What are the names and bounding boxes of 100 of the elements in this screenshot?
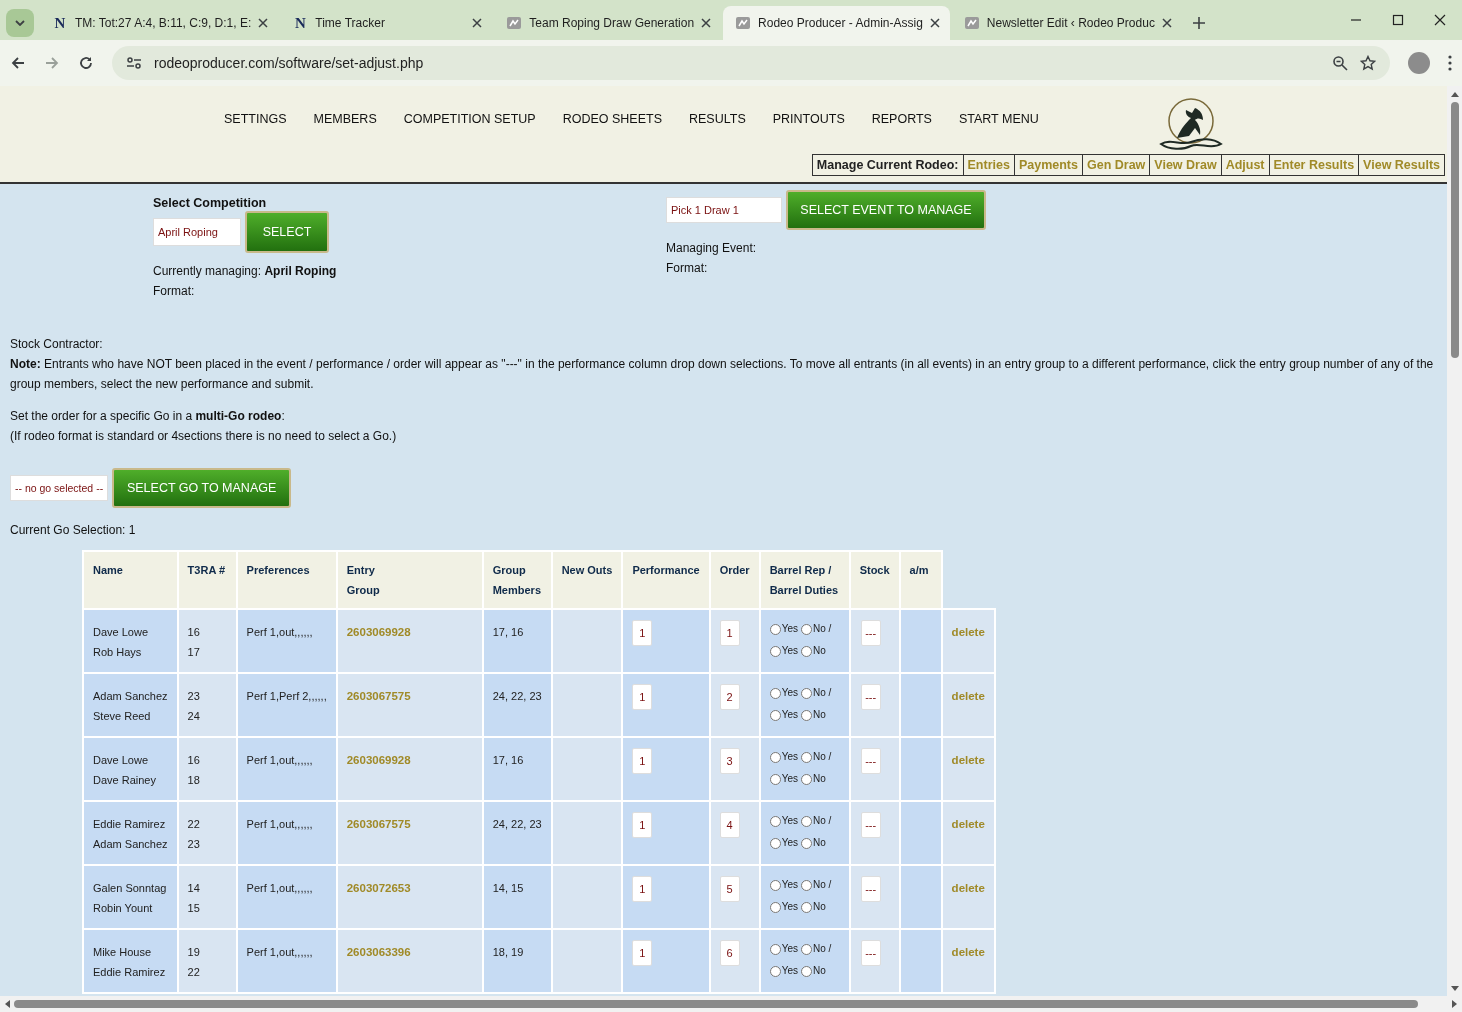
nav-link[interactable]: SETTINGS xyxy=(224,112,287,126)
go-select[interactable]: -- no go selected -- xyxy=(10,475,109,501)
radio-label: No xyxy=(812,836,826,850)
nav-link[interactable]: PRINTOUTS xyxy=(772,112,845,126)
performance-field[interactable]: 1 xyxy=(632,684,653,710)
name-cell-text: Robin Yount xyxy=(93,901,154,916)
radio-button[interactable] xyxy=(800,965,812,977)
order-field[interactable]: 3 xyxy=(719,748,740,774)
nav-link[interactable]: MEMBERS xyxy=(313,112,377,126)
performance-field[interactable]: 1 xyxy=(632,812,653,838)
performance-field[interactable]: 1 xyxy=(632,876,653,902)
close-icon[interactable] xyxy=(929,18,940,28)
scrollbar-thumb[interactable] xyxy=(14,1000,1418,1008)
format-label: Format: xyxy=(666,260,709,277)
radio-button[interactable] xyxy=(769,751,781,763)
scroll-up-icon[interactable] xyxy=(1450,91,1459,97)
scroll-right-icon[interactable] xyxy=(1452,1000,1458,1008)
scroll-down-icon[interactable] xyxy=(1450,986,1459,992)
performance-field[interactable]: 1 xyxy=(632,620,653,646)
nav-link[interactable]: REPORTS xyxy=(871,112,932,126)
performance-field[interactable]: 1 xyxy=(632,940,653,966)
radio-label: No / xyxy=(812,814,832,828)
radio-button[interactable] xyxy=(800,709,812,721)
maximize-icon[interactable] xyxy=(1392,14,1404,26)
stock-select[interactable]: --- xyxy=(860,876,881,902)
event-select[interactable]: Pick 1 Draw 1 xyxy=(666,197,782,223)
competition-select[interactable]: April Roping xyxy=(153,218,241,246)
scroll-left-icon[interactable] xyxy=(4,1000,10,1008)
radio-button[interactable] xyxy=(800,815,812,827)
radio-button[interactable] xyxy=(800,751,812,763)
radio-button[interactable] xyxy=(769,815,781,827)
close-icon[interactable] xyxy=(258,18,269,28)
radio-button[interactable] xyxy=(769,709,781,721)
stock-select[interactable]: --- xyxy=(860,620,881,646)
back-icon[interactable] xyxy=(10,55,26,71)
new-tab-icon[interactable] xyxy=(1191,16,1206,30)
radio-button[interactable] xyxy=(800,879,812,891)
radio-button[interactable] xyxy=(800,837,812,849)
select-go-button[interactable]: SELECT GO TO MANAGE xyxy=(112,468,292,508)
radio-label: No xyxy=(812,708,826,722)
radio-label: No / xyxy=(812,750,832,764)
radio-button[interactable] xyxy=(800,773,812,785)
stock-select[interactable]: --- xyxy=(860,748,881,774)
nav-link[interactable]: RODEO SHEETS xyxy=(562,112,662,126)
stock-select[interactable]: --- xyxy=(860,684,881,710)
order-field[interactable]: 2 xyxy=(719,684,740,710)
radio-button[interactable] xyxy=(769,687,781,699)
zoom-icon[interactable] xyxy=(1332,55,1348,71)
close-icon[interactable] xyxy=(1434,14,1446,26)
radio-button[interactable] xyxy=(769,645,781,657)
browser-tab[interactable]: Team Roping Draw Generation xyxy=(494,6,722,40)
tab-search-button[interactable] xyxy=(6,9,34,37)
horizontal-scrollbar[interactable] xyxy=(0,996,1462,1012)
radio-button[interactable] xyxy=(769,879,781,891)
radio-button[interactable] xyxy=(769,901,781,913)
radio-button[interactable] xyxy=(769,773,781,785)
nav-link[interactable]: COMPETITION SETUP xyxy=(403,112,536,126)
column-header: Performance xyxy=(622,551,710,609)
browser-tab[interactable]: Newsletter Edit ‹ Rodeo Produc xyxy=(951,6,1182,40)
browser-tab[interactable]: N Time Tracker xyxy=(280,6,493,40)
vertical-scrollbar[interactable] xyxy=(1447,86,1462,996)
bookmark-star-icon[interactable] xyxy=(1360,55,1376,71)
preferences-cell-text: Perf 1,Perf 2,,,,,, xyxy=(246,689,327,704)
close-icon[interactable] xyxy=(701,18,712,28)
close-icon[interactable] xyxy=(472,18,483,28)
stock-select[interactable]: --- xyxy=(860,812,881,838)
radio-button[interactable] xyxy=(800,943,812,955)
column-header: Group Members xyxy=(482,551,552,609)
group-members-cell-text: 24, 22, 23 xyxy=(492,689,542,704)
radio-button[interactable] xyxy=(769,965,781,977)
address-bar[interactable]: rodeoproducer.com/software/set-adjust.php xyxy=(112,46,1390,80)
browser-tab[interactable]: N TM: Tot:27 A:4, B:11, C:9, D:1, E: xyxy=(40,6,279,40)
radio-button[interactable] xyxy=(769,837,781,849)
browser-tab[interactable]: Rodeo Producer - Admin-Assig xyxy=(723,6,950,40)
select-button[interactable]: SELECT xyxy=(245,211,329,253)
radio-button[interactable] xyxy=(769,943,781,955)
order-field[interactable]: 6 xyxy=(719,940,740,966)
performance-field[interactable]: 1 xyxy=(632,748,653,774)
close-icon[interactable] xyxy=(1161,18,1172,28)
order-field[interactable]: 1 xyxy=(719,620,740,646)
radio-button[interactable] xyxy=(800,687,812,699)
radio-label: No xyxy=(812,964,826,978)
profile-avatar[interactable] xyxy=(1408,52,1430,74)
stock-select[interactable]: --- xyxy=(860,940,881,966)
radio-label: No / xyxy=(812,878,832,892)
menu-icon[interactable] xyxy=(1448,55,1452,71)
forward-icon[interactable] xyxy=(44,55,60,71)
radio-button[interactable] xyxy=(800,623,812,635)
scrollbar-thumb[interactable] xyxy=(1450,102,1459,358)
select-event-button[interactable]: SELECT EVENT TO MANAGE xyxy=(786,190,986,230)
reload-icon[interactable] xyxy=(78,55,94,71)
nav-link[interactable]: START MENU xyxy=(958,112,1039,126)
radio-button[interactable] xyxy=(800,901,812,913)
radio-button[interactable] xyxy=(800,645,812,657)
order-field[interactable]: 5 xyxy=(719,876,740,902)
order-field[interactable]: 4 xyxy=(719,812,740,838)
site-info-icon[interactable] xyxy=(126,55,142,71)
member-number: 14 xyxy=(187,881,201,896)
nav-link[interactable]: RESULTS xyxy=(689,112,746,126)
radio-button[interactable] xyxy=(769,623,781,635)
